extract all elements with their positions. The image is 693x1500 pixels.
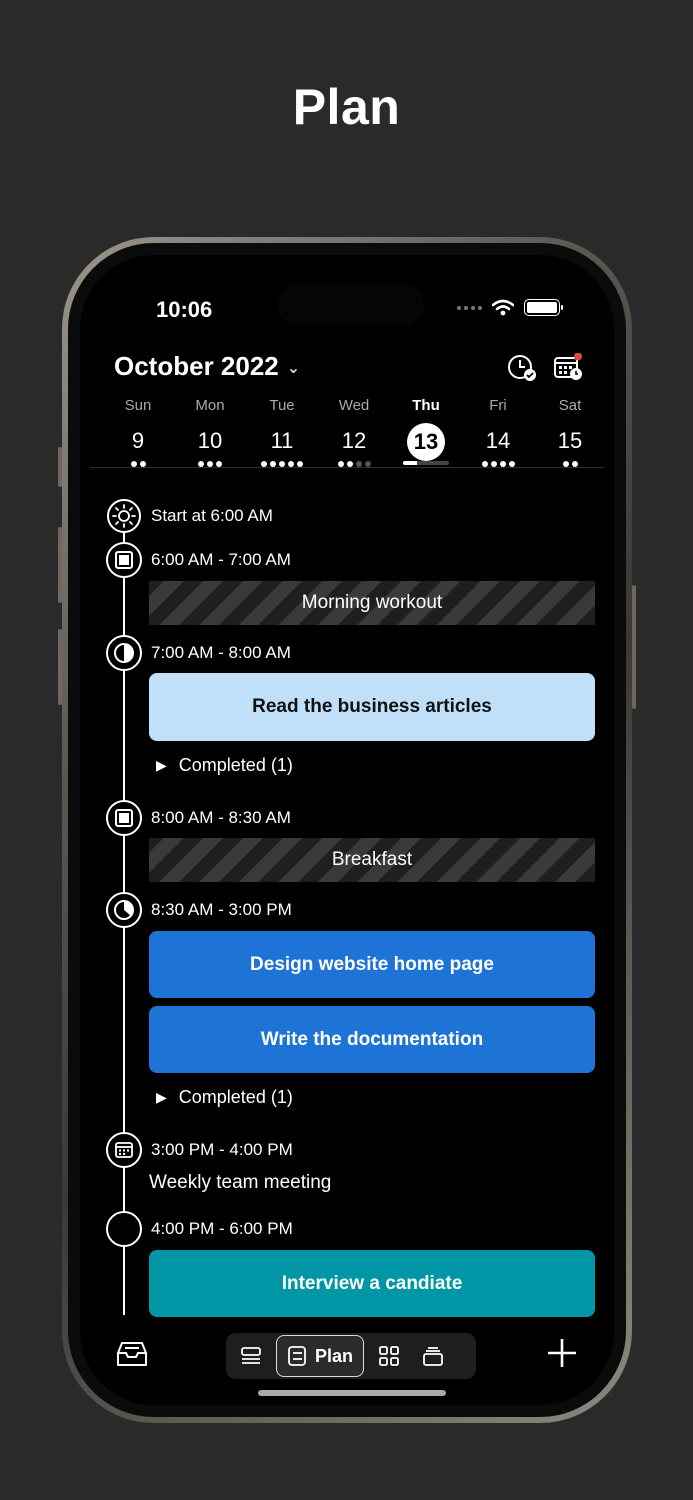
start-time-label[interactable]: Start at 6:00 AM (151, 506, 273, 526)
slot-time: 6:00 AM - 7:00 AM (151, 550, 291, 569)
phone-frame: 10:06 October 2022 ⌄ Sun 9 Mon 10 Tue 11… (58, 237, 636, 1423)
inbox-icon[interactable] (116, 1339, 148, 1369)
disclosure-triangle-icon: ▶ (156, 1089, 167, 1105)
week-strip: Sun 9 Mon 10 Tue 11 Wed 12 Thu 13 Fri 14… (102, 397, 606, 467)
home-indicator[interactable] (258, 1390, 446, 1396)
view-switcher: Plan (226, 1333, 476, 1379)
pie-progress-icon (106, 892, 142, 928)
chevron-down-icon: ⌄ (286, 359, 301, 377)
page-title: Plan (292, 79, 401, 135)
plus-icon[interactable] (546, 1337, 578, 1369)
day-sat[interactable]: Sat 15 (534, 397, 606, 467)
grid-view-icon[interactable] (370, 1337, 408, 1375)
day-thu-today[interactable]: Thu 13 (390, 397, 462, 467)
notification-dot (574, 352, 582, 361)
day-fri[interactable]: Fri 14 (462, 397, 534, 467)
status-icons (457, 299, 563, 316)
volume-down-button (58, 629, 62, 705)
half-moon-icon (106, 635, 142, 671)
task-block-morning-workout[interactable]: Morning workout (149, 581, 595, 625)
month-picker[interactable]: October 2022 ⌄ (114, 351, 300, 382)
slot-time: 4:00 PM - 6:00 PM (151, 1219, 293, 1238)
day-mon[interactable]: Mon 10 (174, 397, 246, 467)
month-label: October 2022 (114, 351, 279, 381)
disclosure-triangle-icon: ▶ (156, 757, 167, 773)
event-weekly-meeting[interactable]: Weekly team meeting (149, 1172, 331, 1194)
plan-view-icon (288, 1346, 306, 1366)
volume-up-button (58, 527, 62, 603)
stack-view-icon[interactable] (414, 1337, 452, 1375)
app-screen: 10:06 October 2022 ⌄ Sun 9 Mon 10 Tue 11… (80, 255, 614, 1405)
wifi-icon (492, 299, 514, 316)
status-time: 10:06 (156, 297, 213, 322)
slot-time: 8:30 AM - 3:00 PM (151, 900, 292, 919)
slot-time: 8:00 AM - 8:30 AM (151, 808, 291, 827)
focus-icon (106, 542, 142, 578)
focus-icon (106, 800, 142, 836)
list-view-icon[interactable] (232, 1337, 270, 1375)
tab-plan[interactable]: Plan (276, 1335, 365, 1377)
empty-circle-icon (106, 1211, 142, 1247)
slot-time: 3:00 PM - 4:00 PM (151, 1140, 293, 1159)
day-progress-bar (403, 461, 449, 465)
signal-icon (457, 305, 482, 310)
task-block-write-docs[interactable]: Write the documentation (149, 1006, 595, 1073)
clock-check-icon[interactable] (506, 353, 538, 383)
power-button (632, 585, 636, 709)
day-sun[interactable]: Sun 9 (102, 397, 174, 467)
completed-toggle[interactable]: ▶ Completed (1) (156, 1087, 293, 1108)
battery-icon (524, 299, 563, 316)
calendar-icon (106, 1132, 142, 1168)
day-tue[interactable]: Tue 11 (246, 397, 318, 467)
day-wed[interactable]: Wed 12 (318, 397, 390, 467)
slot-time: 7:00 AM - 8:00 AM (151, 643, 291, 662)
dynamic-island (278, 283, 424, 327)
calendar-clock-icon[interactable] (552, 352, 584, 383)
completed-toggle[interactable]: ▶ Completed (1) (156, 755, 293, 776)
task-block-interview[interactable]: Interview a candiate (149, 1250, 595, 1317)
task-block-breakfast[interactable]: Breakfast (149, 838, 595, 882)
divider (90, 467, 604, 468)
action-button (58, 447, 62, 487)
task-block-design-website[interactable]: Design website home page (149, 931, 595, 998)
task-block-read-articles[interactable]: Read the business articles (149, 673, 595, 741)
sun-icon (106, 498, 142, 534)
